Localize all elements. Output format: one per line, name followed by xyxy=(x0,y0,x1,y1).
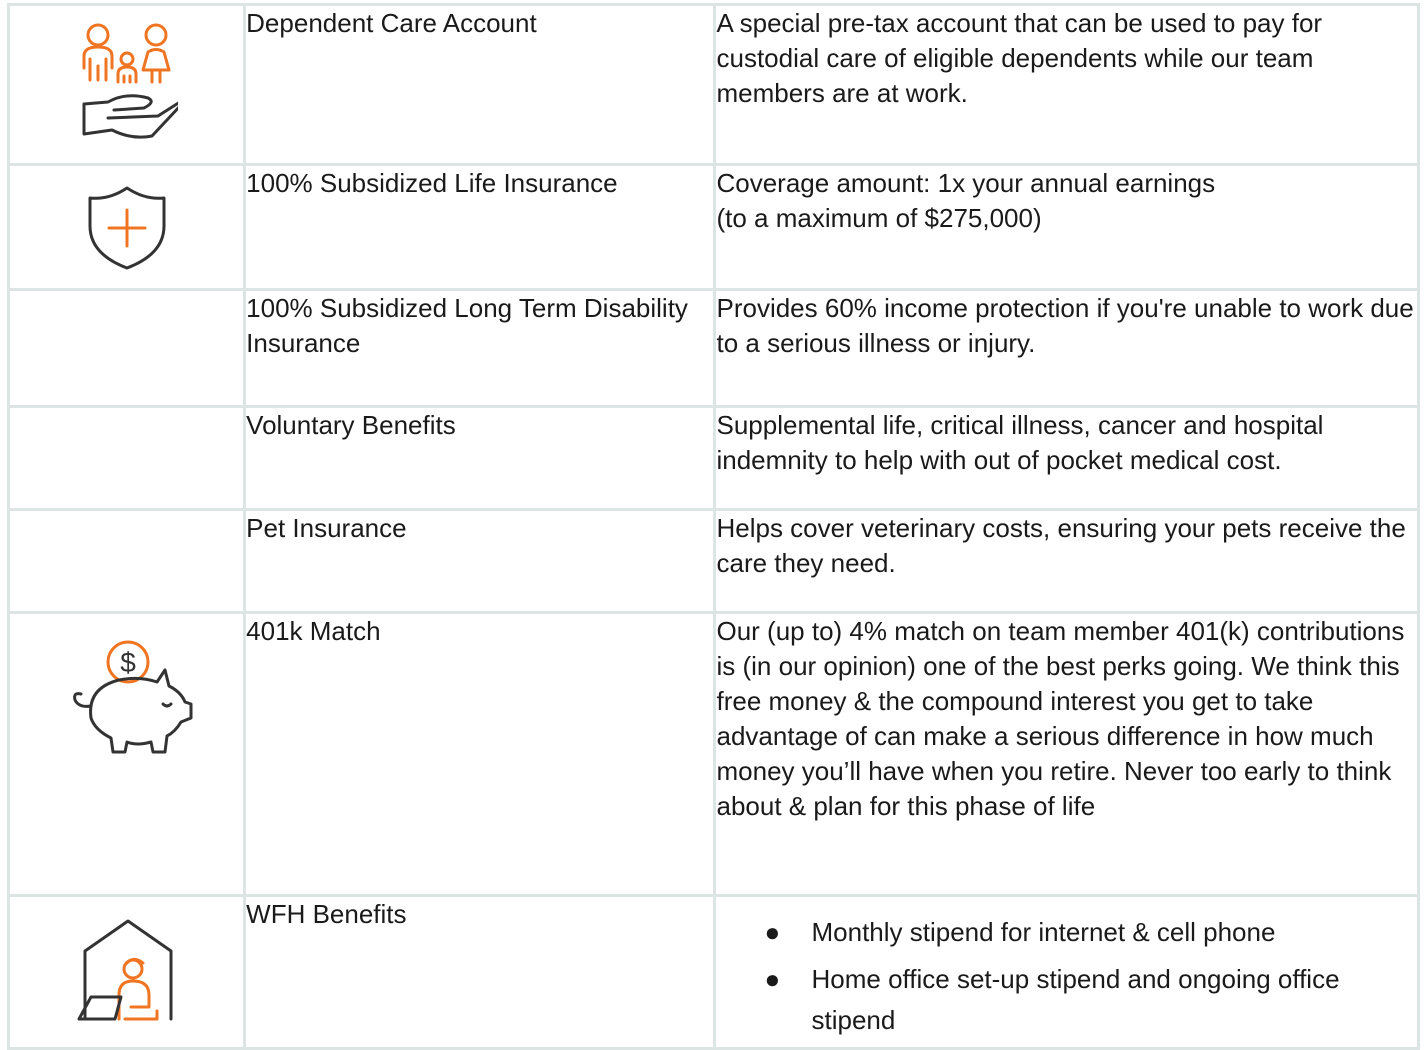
home-office-icon xyxy=(77,919,173,1021)
benefit-bullets: ● Monthly stipend for internet & cell pho… xyxy=(716,912,1417,1041)
benefit-name: 100% Subsidized Long Term Disability Ins… xyxy=(243,288,717,408)
benefit-description: Our (up to) 4% match on team member 401(… xyxy=(713,611,1420,897)
benefit-name: Voluntary Benefits xyxy=(243,405,717,511)
table-row: Pet Insurance Helps cover veterinary cos… xyxy=(6,508,1420,614)
shield-plus-icon xyxy=(88,186,166,270)
table-row: Voluntary Benefits Supplemental life, cr… xyxy=(6,405,1420,511)
benefit-name: 401k Match xyxy=(243,611,717,897)
table-row: Dependent Care Account A special pre-tax… xyxy=(6,3,1420,166)
bullet-text: Home office set-up stipend and ongoing o… xyxy=(811,964,1340,1035)
svg-text:$: $ xyxy=(120,647,136,678)
benefit-description: Provides 60% income protection if you're… xyxy=(713,288,1420,408)
description-line: Coverage amount: 1x your annual earnings xyxy=(716,168,1216,198)
benefit-description: ● Monthly stipend for internet & cell pho… xyxy=(713,894,1420,1050)
icon-cell xyxy=(6,508,247,614)
icon-cell xyxy=(6,894,247,1050)
bullet-item: ● Monthly stipend for internet & cell pho… xyxy=(716,912,1417,953)
table-row: 100% Subsidized Life Insurance Coverage … xyxy=(6,163,1420,291)
bullet-icon: ● xyxy=(764,964,781,994)
benefit-description: A special pre-tax account that can be us… xyxy=(713,3,1420,166)
bullet-text: Monthly stipend for internet & cell phon… xyxy=(811,917,1276,947)
description-line: (to a maximum of $275,000) xyxy=(716,203,1042,233)
bullet-item: ● Home office set-up stipend and ongoing … xyxy=(716,959,1417,1041)
benefit-name: Pet Insurance xyxy=(243,508,717,614)
benefit-name: WFH Benefits xyxy=(243,894,717,1050)
table-row: WFH Benefits ● Monthly stipend for intern… xyxy=(6,894,1420,1050)
icon-cell: $ xyxy=(6,611,247,897)
icon-cell xyxy=(6,405,247,511)
benefit-name: 100% Subsidized Life Insurance xyxy=(243,163,717,291)
benefit-description: Coverage amount: 1x your annual earnings… xyxy=(713,163,1420,291)
benefit-name: Dependent Care Account xyxy=(243,3,717,166)
bullet-icon: ● xyxy=(764,917,781,947)
icon-cell xyxy=(6,288,247,408)
benefit-description: Supplemental life, critical illness, can… xyxy=(713,405,1420,511)
benefit-description: Helps cover veterinary costs, ensuring y… xyxy=(713,508,1420,614)
icon-cell xyxy=(6,3,247,166)
table-row: $ 401k Match Our (up to) 4% match on tea… xyxy=(6,611,1420,897)
icon-cell xyxy=(6,163,247,291)
table-row: 100% Subsidized Long Term Disability Ins… xyxy=(6,288,1420,408)
piggy-bank-icon: $ xyxy=(73,640,193,754)
benefits-table: Dependent Care Account A special pre-tax… xyxy=(6,3,1420,1050)
family-care-icon xyxy=(82,23,178,139)
